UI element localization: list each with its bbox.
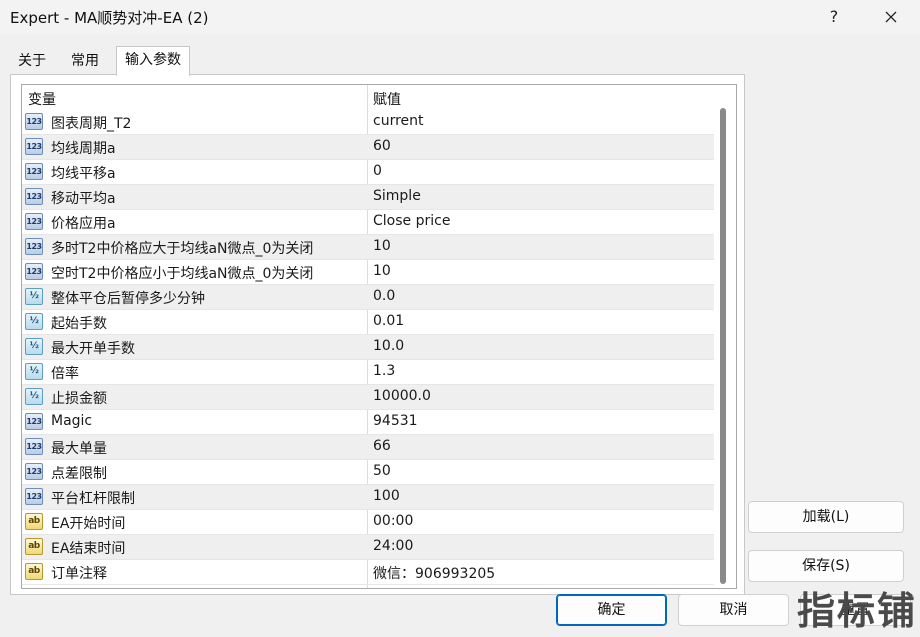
- integer-type-icon: 123: [25, 413, 43, 430]
- ok-button[interactable]: 确定: [556, 594, 667, 626]
- window-title: Expert - MA顺势对冲-EA (2): [10, 9, 209, 27]
- integer-type-icon: 123: [25, 163, 43, 180]
- variable-value[interactable]: 10: [373, 263, 391, 279]
- variable-value[interactable]: 00:00: [373, 513, 413, 529]
- variable-value[interactable]: 24:00: [373, 538, 413, 554]
- table-row[interactable]: 123 点差限制 50: [22, 460, 714, 485]
- integer-type-icon: 123: [25, 188, 43, 205]
- variable-name: 价格应用a: [51, 216, 116, 232]
- save-button[interactable]: 保存(S): [748, 550, 904, 582]
- table-row[interactable]: 123 平台杠杆限制 100: [22, 485, 714, 510]
- vertical-scrollbar[interactable]: [714, 85, 735, 588]
- variable-name: 多时T2中价格应大于均线aN微点_0为关闭: [51, 241, 314, 257]
- variable-name: 移动平均a: [51, 191, 116, 207]
- variable-value[interactable]: 0.01: [373, 313, 404, 329]
- grid-rows: 123 图表周期_T2 current 123 均线周期a 60 123 均线平移a 0 123 移…: [22, 110, 714, 585]
- help-button[interactable]: ?: [820, 0, 848, 34]
- variable-name: 倍率: [51, 366, 79, 382]
- integer-type-icon: 123: [25, 213, 43, 230]
- close-icon: [885, 11, 897, 23]
- column-header-variable[interactable]: 变量: [28, 89, 56, 109]
- variable-name: 均线平移a: [51, 166, 116, 182]
- double-type-icon: ½: [25, 388, 43, 405]
- double-type-icon: ½: [25, 363, 43, 380]
- string-type-icon: ab: [25, 563, 43, 580]
- variable-value[interactable]: 10.0: [373, 338, 404, 354]
- tab-about[interactable]: 关于: [10, 48, 54, 74]
- integer-type-icon: 123: [25, 113, 43, 130]
- variable-value[interactable]: 1.3: [373, 363, 395, 379]
- string-type-icon: ab: [25, 538, 43, 555]
- integer-type-icon: 123: [25, 463, 43, 480]
- close-button[interactable]: [876, 0, 906, 34]
- watermark-logo: 指标铺: [797, 589, 918, 633]
- table-row[interactable]: ½ 止损金额 10000.0: [22, 385, 714, 410]
- integer-type-icon: 123: [25, 238, 43, 255]
- variable-value[interactable]: Close price: [373, 213, 450, 229]
- double-type-icon: ½: [25, 288, 43, 305]
- variable-name: 最大开单手数: [51, 341, 135, 357]
- table-row[interactable]: 123 均线周期a 60: [22, 135, 714, 160]
- table-row[interactable]: ab EA结束时间 24:00: [22, 535, 714, 560]
- variable-name: 点差限制: [51, 466, 107, 482]
- table-row[interactable]: ½ 起始手数 0.01: [22, 310, 714, 335]
- column-header-value[interactable]: 赋值: [373, 89, 401, 109]
- variable-value[interactable]: 10: [373, 238, 391, 254]
- variable-value[interactable]: 0: [373, 163, 382, 179]
- variable-name: 最大单量: [51, 441, 107, 457]
- table-row[interactable]: ½ 倍率 1.3: [22, 360, 714, 385]
- variable-name: 图表周期_T2: [51, 116, 132, 132]
- integer-type-icon: 123: [25, 263, 43, 280]
- integer-type-icon: 123: [25, 138, 43, 155]
- variable-value[interactable]: 94531: [373, 413, 418, 429]
- variable-name: 起始手数: [51, 316, 107, 332]
- variable-name: 止损金额: [51, 391, 107, 407]
- load-button[interactable]: 加载(L): [748, 501, 904, 533]
- table-row[interactable]: 123 均线平移a 0: [22, 160, 714, 185]
- table-row[interactable]: ab EA开始时间 00:00: [22, 510, 714, 535]
- table-row[interactable]: ½ 最大开单手数 10.0: [22, 335, 714, 360]
- tab-inputs[interactable]: 输入参数: [116, 46, 190, 76]
- variable-name: 订单注释: [51, 566, 107, 582]
- variable-name: 整体平仓后暂停多少分钟: [51, 291, 205, 307]
- integer-type-icon: 123: [25, 438, 43, 455]
- variable-name: EA结束时间: [51, 541, 126, 557]
- variable-value[interactable]: 0.0: [373, 288, 395, 304]
- variable-name: 平台杠杆限制: [51, 491, 135, 507]
- table-row[interactable]: 123 多时T2中价格应大于均线aN微点_0为关闭 10: [22, 235, 714, 260]
- variable-value[interactable]: current: [373, 113, 424, 129]
- variable-name: Magic: [51, 413, 93, 429]
- variable-value[interactable]: 50: [373, 463, 391, 479]
- double-type-icon: ½: [25, 313, 43, 330]
- table-row[interactable]: ab 订单注释 微信：906993205: [22, 560, 714, 585]
- variable-value[interactable]: Simple: [373, 188, 421, 204]
- grid-header: 变量 赋值: [22, 85, 714, 110]
- title-bar: Expert - MA顺势对冲-EA (2) ?: [0, 0, 920, 34]
- double-type-icon: ½: [25, 338, 43, 355]
- table-row[interactable]: 123 空时T2中价格应小于均线aN微点_0为关闭 10: [22, 260, 714, 285]
- table-row[interactable]: 123 移动平均a Simple: [22, 185, 714, 210]
- table-row[interactable]: 123 图表周期_T2 current: [22, 110, 714, 135]
- table-row[interactable]: 123 Magic 94531: [22, 410, 714, 435]
- variable-value[interactable]: 10000.0: [373, 388, 431, 404]
- parameters-grid: 变量 赋值 123 图表周期_T2 current 123 均线周期a 60 123 均线平移…: [21, 84, 737, 589]
- table-row[interactable]: ½ 整体平仓后暂停多少分钟 0.0: [22, 285, 714, 310]
- table-row[interactable]: 123 最大单量 66: [22, 435, 714, 460]
- variable-value[interactable]: 微信：906993205: [373, 563, 495, 583]
- scrollbar-thumb[interactable]: [720, 108, 726, 584]
- variable-name: 均线周期a: [51, 141, 116, 157]
- cancel-button[interactable]: 取消: [678, 594, 789, 626]
- variable-name: 空时T2中价格应小于均线aN微点_0为关闭: [51, 266, 314, 282]
- variable-value[interactable]: 66: [373, 438, 391, 454]
- tab-common[interactable]: 常用: [63, 48, 107, 74]
- table-row[interactable]: 123 价格应用a Close price: [22, 210, 714, 235]
- string-type-icon: ab: [25, 513, 43, 530]
- variable-value[interactable]: 100: [373, 488, 400, 504]
- variable-value[interactable]: 60: [373, 138, 391, 154]
- variable-name: EA开始时间: [51, 516, 126, 532]
- integer-type-icon: 123: [25, 488, 43, 505]
